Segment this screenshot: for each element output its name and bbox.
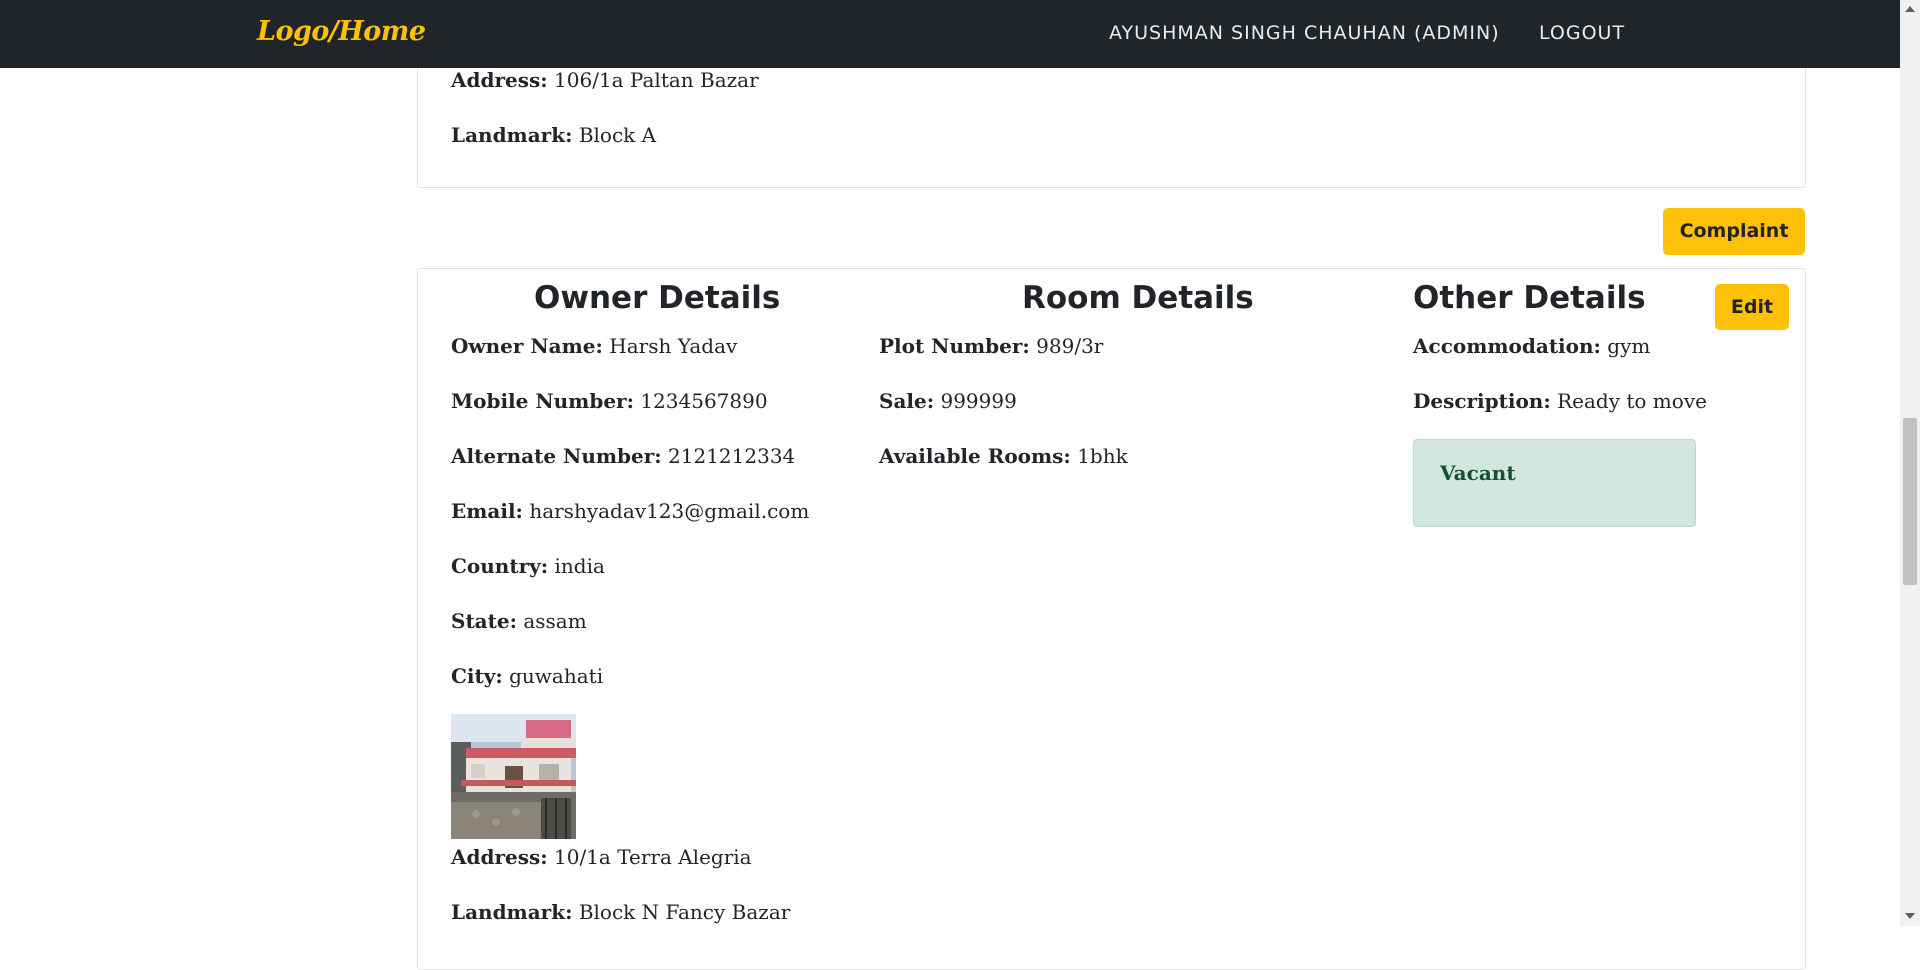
status-badge: Vacant xyxy=(1413,439,1696,527)
scroll-down-arrow-icon[interactable] xyxy=(1905,913,1915,919)
scroll-up-arrow-icon[interactable] xyxy=(1905,6,1915,12)
plot-number-field: Plot Number: 989/3r xyxy=(879,334,1103,358)
nav-logout-link[interactable]: LOGOUT xyxy=(1539,22,1625,44)
address-field: Address: 10/1a Terra Alegria xyxy=(451,845,752,869)
field-value: india xyxy=(554,554,605,578)
field-value: gym xyxy=(1607,334,1651,358)
field-label: Owner Name: xyxy=(451,334,603,358)
accommodation-field: Accommodation: gym xyxy=(1413,334,1650,358)
field-label: Accommodation: xyxy=(1413,334,1601,358)
field-value: 106/1a Paltan Bazar xyxy=(554,68,759,92)
field-value: 2121212334 xyxy=(668,444,796,468)
landmark-field: Landmark: Block N Fancy Bazar xyxy=(451,900,790,924)
field-value: Ready to move xyxy=(1557,389,1707,413)
state-field: State: assam xyxy=(451,609,587,633)
field-label: Country: xyxy=(451,554,549,578)
city-field: City: guwahati xyxy=(451,664,603,688)
field-label: Alternate Number: xyxy=(451,444,662,468)
field-label: State: xyxy=(451,609,517,633)
previous-address-field: Address: 106/1a Paltan Bazar xyxy=(451,68,759,92)
page-scrollbar[interactable] xyxy=(1900,0,1920,926)
field-value: Harsh Yadav xyxy=(609,334,738,358)
description-field: Description: Ready to move xyxy=(1413,389,1707,413)
owner-name-field: Owner Name: Harsh Yadav xyxy=(451,334,737,358)
field-label: Address: xyxy=(451,68,548,92)
mobile-number-field: Mobile Number: 1234567890 xyxy=(451,389,768,413)
email-field: Email: harshyadav123@gmail.com xyxy=(451,499,809,523)
field-label: City: xyxy=(451,664,503,688)
field-value: 1bhk xyxy=(1077,444,1128,468)
country-field: Country: india xyxy=(451,554,605,578)
field-label: Available Rooms: xyxy=(879,444,1071,468)
field-value: Block A xyxy=(578,123,657,147)
house-photo-icon xyxy=(451,714,576,839)
logo-home-link[interactable]: Logo/Home xyxy=(257,16,426,47)
field-label: Sale: xyxy=(879,389,935,413)
field-value: Block N Fancy Bazar xyxy=(578,900,791,924)
field-value: 989/3r xyxy=(1036,334,1104,358)
field-value: assam xyxy=(523,609,587,633)
field-label: Address: xyxy=(451,845,548,869)
field-value: guwahati xyxy=(509,664,604,688)
field-label: Mobile Number: xyxy=(451,389,634,413)
sale-field: Sale: 999999 xyxy=(879,389,1017,413)
field-value: 10/1a Terra Alegria xyxy=(554,845,752,869)
room-details-heading: Room Details xyxy=(1022,280,1254,316)
edit-button[interactable]: Edit xyxy=(1715,284,1789,330)
previous-landmark-field: Landmark: Block A xyxy=(451,123,656,147)
navbar: Logo/Home AYUSHMAN SINGH CHAUHAN (ADMIN)… xyxy=(0,0,1900,68)
owner-details-heading: Owner Details xyxy=(534,280,781,316)
status-text: Vacant xyxy=(1440,461,1516,485)
field-value: harshyadav123@gmail.com xyxy=(529,499,810,523)
property-photo[interactable] xyxy=(451,714,576,839)
field-label: Plot Number: xyxy=(879,334,1030,358)
available-rooms-field: Available Rooms: 1bhk xyxy=(879,444,1128,468)
field-label: Description: xyxy=(1413,389,1551,413)
complaint-button[interactable]: Complaint xyxy=(1663,208,1805,255)
field-label: Landmark: xyxy=(451,900,573,924)
alternate-number-field: Alternate Number: 2121212334 xyxy=(451,444,795,468)
field-label: Email: xyxy=(451,499,523,523)
other-details-heading: Other Details xyxy=(1413,280,1646,316)
field-label: Landmark: xyxy=(451,123,573,147)
scroll-thumb[interactable] xyxy=(1903,418,1917,585)
field-value: 1234567890 xyxy=(640,389,768,413)
field-value: 999999 xyxy=(940,389,1017,413)
nav-user-name[interactable]: AYUSHMAN SINGH CHAUHAN (ADMIN) xyxy=(1109,22,1500,44)
